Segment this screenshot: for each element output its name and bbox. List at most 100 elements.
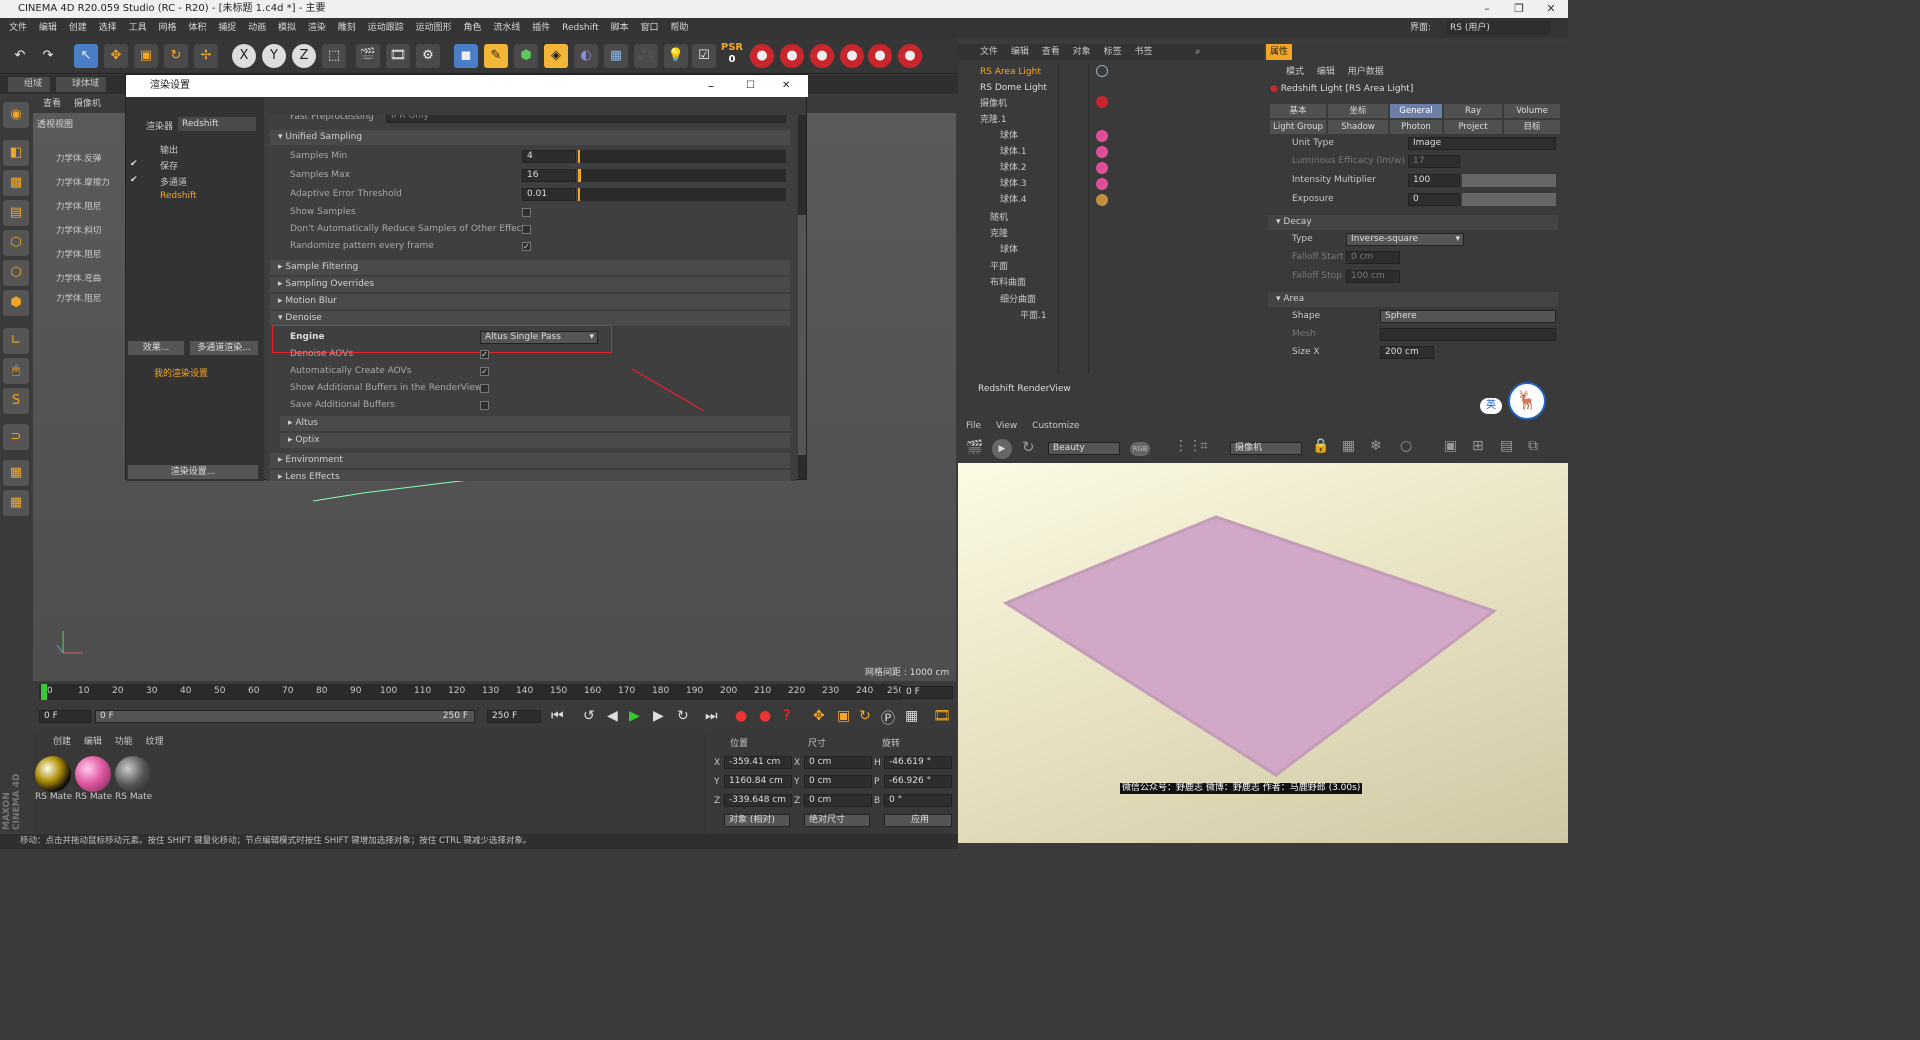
render-view-icon[interactable]: 🎬 [356,44,380,68]
sidebar-item-redshift[interactable]: Redshift [160,191,197,201]
section-denoise[interactable]: ▾ Denoise [270,311,790,326]
crop-icon[interactable]: ⌗ [1200,438,1208,454]
material-swatch[interactable] [35,756,71,792]
om-menu-view[interactable]: 查看 [1042,47,1060,57]
om-menu-objects[interactable]: 对象 [1073,47,1091,57]
rs-light-icon[interactable]: ● [750,44,774,68]
workplane-icon[interactable]: ▤ [3,200,29,226]
camera-icon[interactable]: 🎥 [634,44,658,68]
axis-x-button[interactable]: X [232,44,256,68]
menu-window[interactable]: 窗口 [640,23,658,33]
output-check-icon[interactable]: ✔ [130,159,138,169]
bucket-icon[interactable]: ▦ [1342,438,1355,454]
tab-sphere-field[interactable]: 球体域 [56,77,106,92]
save-additional-buffers-checkbox[interactable] [480,401,489,410]
menu-character[interactable]: 角色 [463,23,481,33]
menu-mesh[interactable]: 网格 [158,23,176,33]
tweak-icon[interactable]: 🖱 [3,358,29,384]
object-row[interactable]: 球体 [962,128,1260,144]
search-icon[interactable]: ⌕ [1195,47,1200,57]
mesh-link-field[interactable] [1380,328,1556,341]
material-swatch[interactable] [75,756,111,792]
object-row[interactable]: 平面 [962,259,1260,275]
coordinate-mode-select[interactable]: 对象 (相对) [724,814,790,827]
tab-light-group[interactable]: Light Group [1270,120,1326,134]
rs-material-icon[interactable]: ● [898,44,922,68]
object-row[interactable]: 球体.4 [962,192,1260,208]
denoise-aovs-checkbox[interactable]: ✓ [480,350,489,359]
section-altus[interactable]: ▸ Altus [280,416,790,431]
section-optix[interactable]: ▸ Optix [280,433,790,448]
render-settings-button[interactable]: 渲染设置... [128,465,258,479]
om-menu-file[interactable]: 文件 [980,47,998,57]
post-fx-icon[interactable]: ▤ [1500,438,1513,454]
object-row[interactable]: 球体.1 [962,144,1260,160]
om-menu-tags[interactable]: 标签 [1104,47,1122,57]
cube-icon[interactable]: ◼ [454,44,478,68]
size-z-input[interactable]: 0 cm [804,794,872,807]
redo-icon[interactable]: ↷ [36,44,60,68]
play-forward-icon[interactable]: ▶ [629,708,640,724]
points-mode-icon[interactable]: ⬡ [3,230,29,256]
render-settings-icon[interactable]: ⚙ [416,44,440,68]
rotation-h-input[interactable]: -46.619 ° [884,756,952,769]
effects-button[interactable]: 效果... [128,341,184,355]
section-sample-filtering[interactable]: ▸ Sample Filtering [270,260,790,275]
keyframe-selection-icon[interactable]: ? [783,708,790,724]
key-pla-icon[interactable]: ▦ [905,708,918,724]
size-y-input[interactable]: 0 cm [804,775,872,788]
menu-redshift[interactable]: Redshift [562,23,599,33]
axis-z-button[interactable]: Z [292,44,316,68]
size-x-input[interactable]: 0 cm [804,756,872,769]
menu-sculpt[interactable]: 雕刻 [338,23,356,33]
dialog-maximize-button[interactable]: ☐ [746,75,755,97]
scale-icon[interactable]: ▣ [134,44,158,68]
menu-tools[interactable]: 工具 [129,23,147,33]
key-param-icon[interactable]: Ⓟ [881,708,895,728]
decay-type-select[interactable]: Inverse-square ▾ [1346,233,1464,246]
undo-icon[interactable]: ↶ [8,44,32,68]
coordinate-system-icon[interactable]: ⬚ [322,44,346,68]
tab-general[interactable]: General [1390,104,1442,118]
tab-project[interactable]: Project [1444,120,1502,134]
next-key-icon[interactable]: ↻ [677,708,689,724]
samples-min-input[interactable]: 4 [522,150,576,163]
section-unified-sampling[interactable]: ▾ Unified Sampling [270,130,790,145]
mat-menu-function[interactable]: 功能 [115,737,133,747]
show-additional-buffers-checkbox[interactable] [480,384,489,393]
tab-coord[interactable]: 坐标 [1328,104,1388,118]
key-position-icon[interactable]: ✥ [813,708,825,724]
apply-button[interactable]: 应用 [884,814,952,827]
grid-icon[interactable]: ⋮⋮ [1174,438,1202,454]
om-menu-bookmarks[interactable]: 书签 [1134,47,1152,57]
object-row[interactable]: 克隆.1 [962,112,1260,128]
axis-y-button[interactable]: Y [262,44,286,68]
end-frame-field[interactable]: 250 F [487,710,541,723]
prev-frame-icon[interactable]: ◀ [607,708,618,724]
camera-select[interactable]: 摄像机 [1230,442,1302,455]
mat-menu-edit[interactable]: 编辑 [84,737,102,747]
position-y-input[interactable]: 1160.84 cm [724,775,792,788]
tab-shadow[interactable]: Shadow [1328,120,1388,134]
key-rotation-icon[interactable]: ↻ [859,708,871,724]
menu-mograph[interactable]: 运动图形 [416,23,452,33]
object-row[interactable]: 细分曲面 [962,292,1260,308]
auto-create-aovs-checkbox[interactable]: ✓ [480,367,489,376]
my-render-settings[interactable]: 我的渲染设置 [154,366,208,379]
section-environment[interactable]: ▸ Environment [270,453,790,468]
tab-volume[interactable]: Volume [1504,104,1560,118]
adaptive-error-threshold-slider[interactable] [578,188,786,201]
timeline-window-icon[interactable]: 🎞 [933,708,951,724]
pen-icon[interactable]: ✎ [484,44,508,68]
dialog-close-button[interactable]: ✕ [782,75,790,97]
rv-menu-customize[interactable]: Customize [1032,421,1079,431]
minimize-button[interactable]: – [1472,0,1502,18]
close-button[interactable]: ✕ [1536,0,1566,18]
tab-ray[interactable]: Ray [1444,104,1502,118]
exposure-input[interactable]: 0 [1408,193,1460,206]
tab-group-field[interactable]: 组域 [8,77,50,92]
samples-max-input[interactable]: 16 [522,169,576,182]
menu-edit[interactable]: 编辑 [39,23,57,33]
clapper-icon[interactable]: 🎬 [966,440,983,456]
menu-script[interactable]: 脚本 [611,23,629,33]
